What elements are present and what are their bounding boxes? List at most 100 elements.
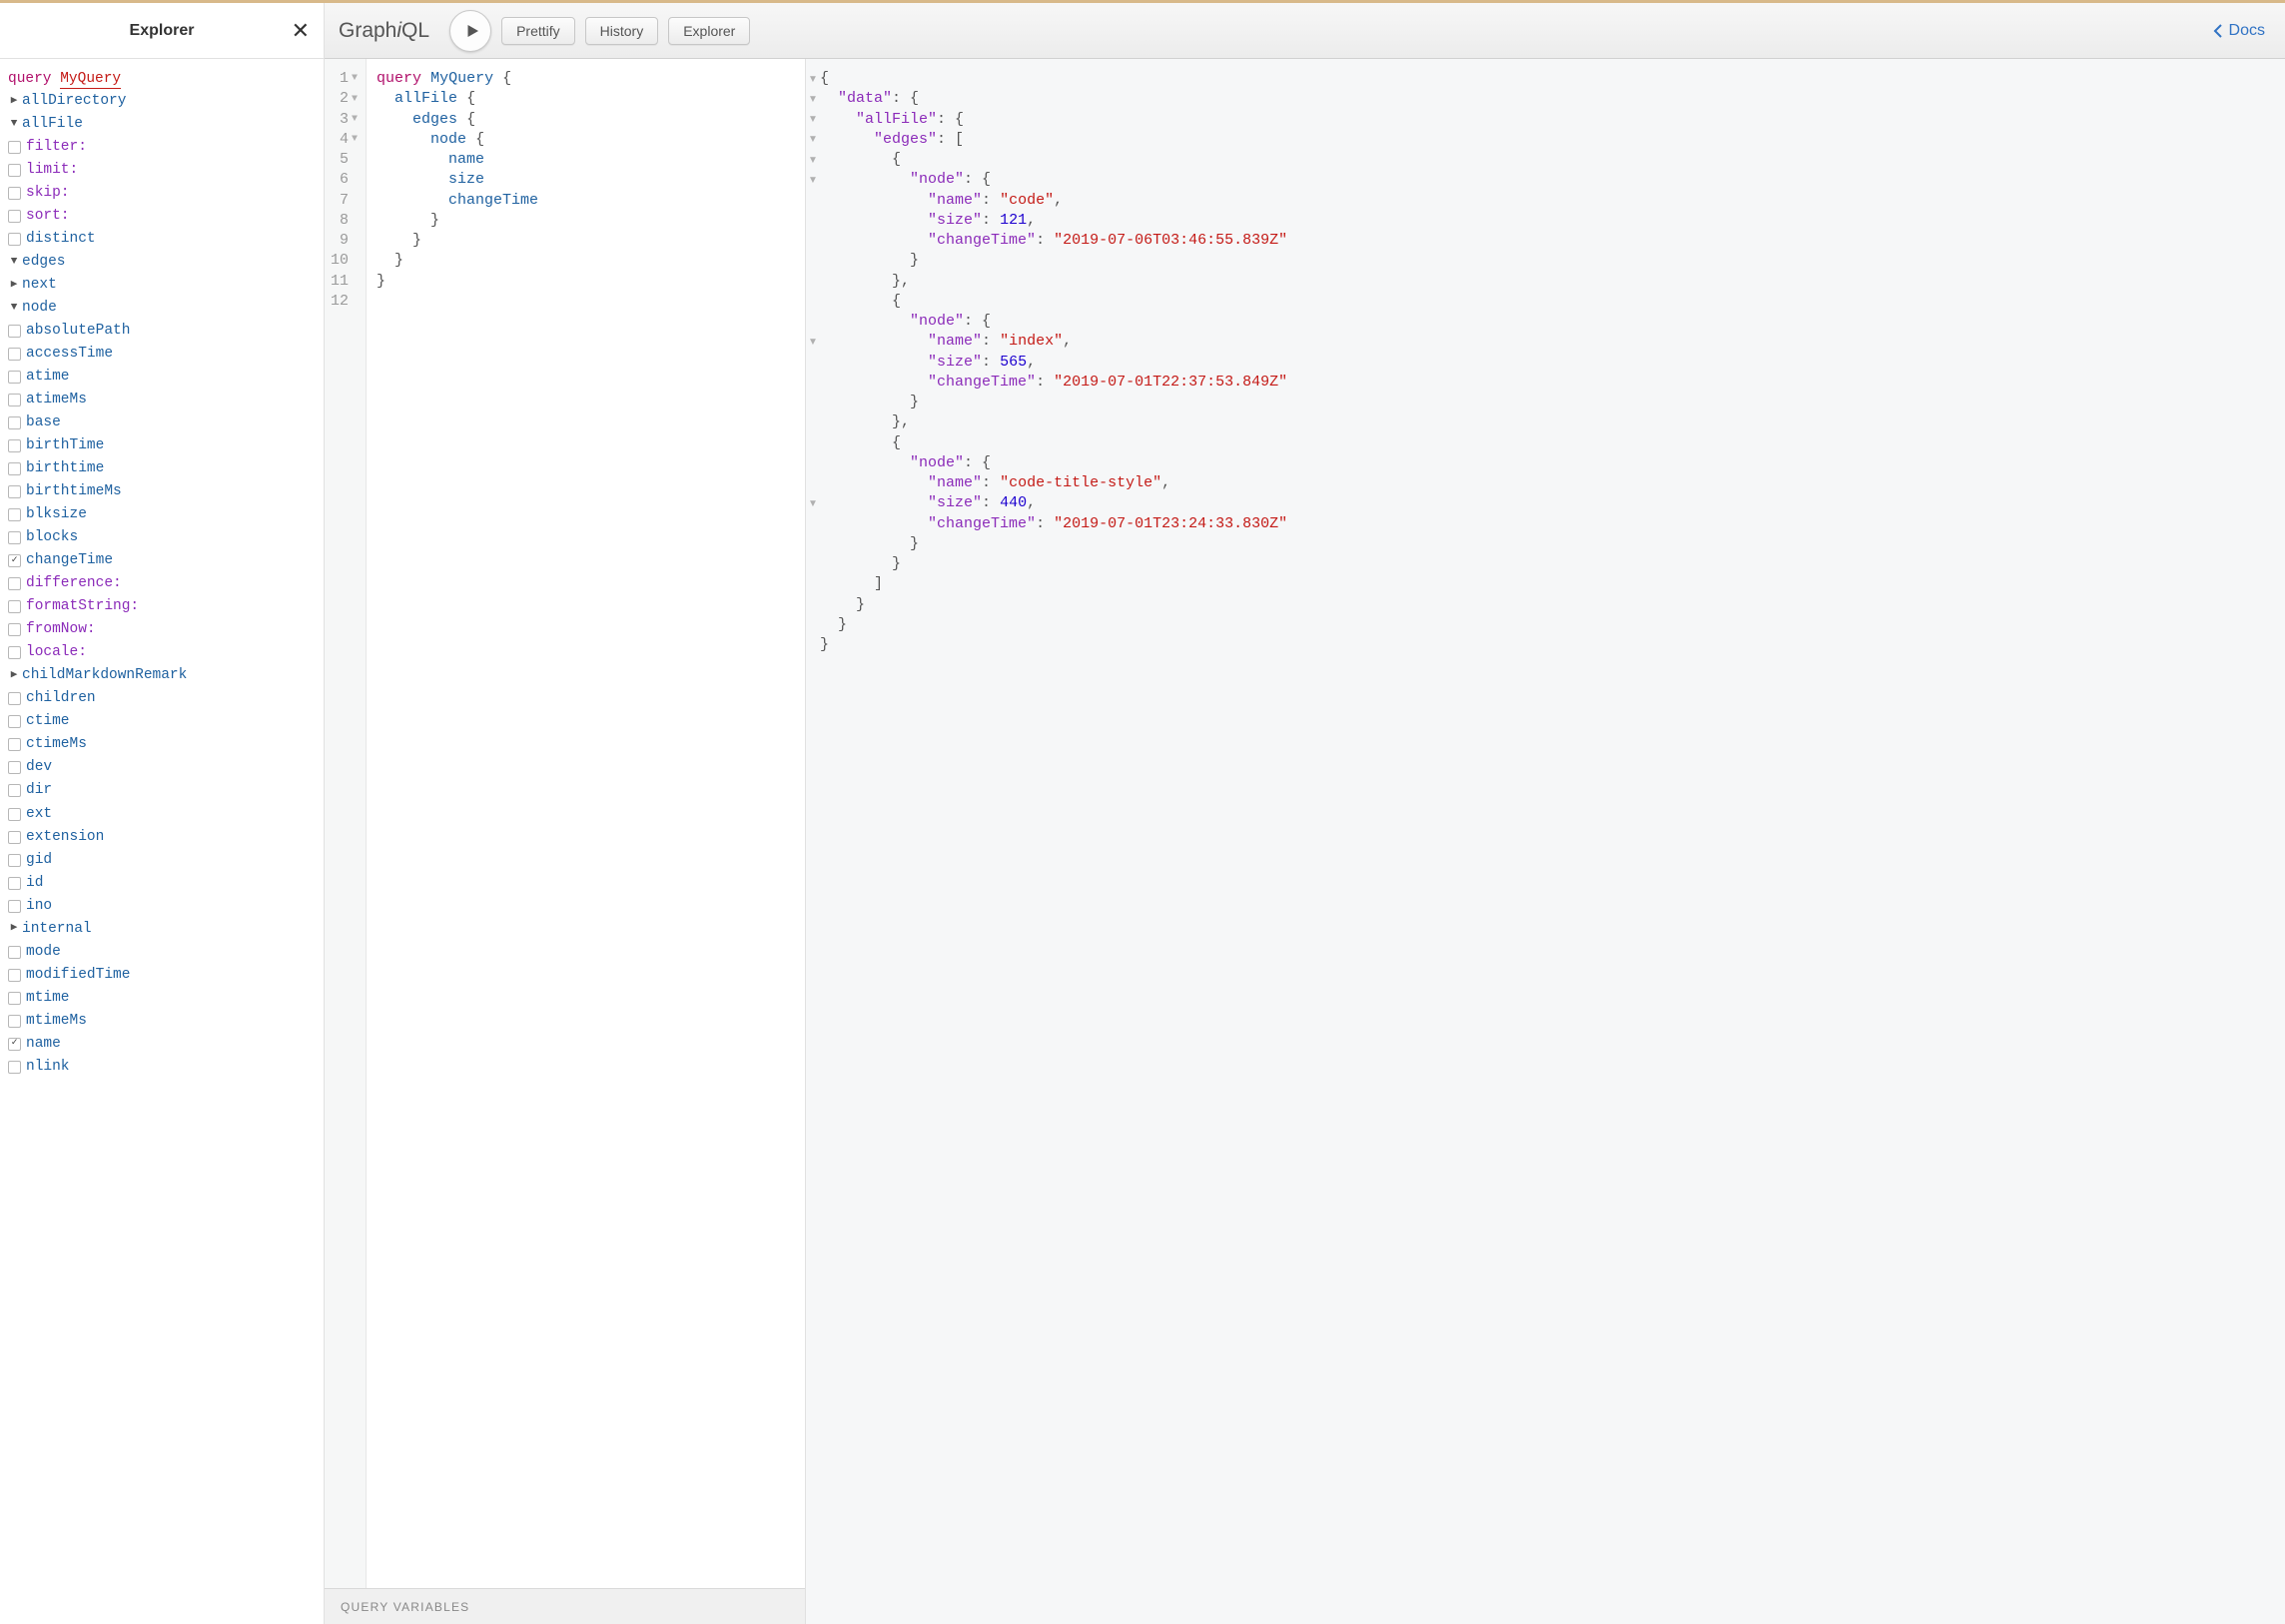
tree-row-distinct[interactable]: distinct <box>8 228 316 251</box>
tree-row-locale[interactable]: locale: <box>8 641 316 664</box>
checkbox[interactable] <box>8 371 21 384</box>
checkbox[interactable] <box>8 141 21 154</box>
tree-row-filter[interactable]: filter: <box>8 136 316 159</box>
tree-row-atimems[interactable]: atimeMs <box>8 389 316 411</box>
tree-row-ino[interactable]: ino <box>8 895 316 918</box>
checkbox[interactable] <box>8 831 21 844</box>
checkbox[interactable] <box>8 531 21 544</box>
tree-row-atime[interactable]: atime <box>8 366 316 389</box>
caret-right-icon[interactable]: ▶ <box>8 278 20 294</box>
checkbox[interactable] <box>8 900 21 913</box>
query-variables-bar[interactable]: Query Variables <box>325 1588 805 1624</box>
tree-row-modifiedtime[interactable]: modifiedTime <box>8 964 316 987</box>
query-heading[interactable]: query MyQuery <box>8 69 316 90</box>
checkbox[interactable] <box>8 508 21 521</box>
tree-row-dev[interactable]: dev <box>8 756 316 779</box>
tree-row-mtime[interactable]: mtime <box>8 987 316 1010</box>
checkbox[interactable] <box>8 623 21 636</box>
checkbox[interactable] <box>8 969 21 982</box>
tree-row-childmarkdownremark[interactable]: ▶childMarkdownRemark <box>8 664 316 687</box>
checkbox[interactable] <box>8 715 21 728</box>
checkbox[interactable] <box>8 325 21 338</box>
checkbox[interactable] <box>8 485 21 498</box>
field-tree[interactable]: ▶allDirectory▼allFilefilter:limit:skip:s… <box>8 90 316 1079</box>
docs-button[interactable]: Docs <box>2207 22 2271 40</box>
run-button[interactable] <box>449 10 491 52</box>
checkbox[interactable] <box>8 946 21 959</box>
checkbox[interactable] <box>8 554 21 567</box>
tree-row-id[interactable]: id <box>8 872 316 895</box>
checkbox[interactable] <box>8 164 21 177</box>
checkbox[interactable] <box>8 439 21 452</box>
tree-row-limit[interactable]: limit: <box>8 159 316 182</box>
checkbox[interactable] <box>8 348 21 361</box>
checkbox[interactable] <box>8 784 21 797</box>
caret-right-icon[interactable]: ▶ <box>8 921 20 937</box>
query-editor[interactable]: 1▼2▼3▼4▼5 6 7 8 9 10 11 12 query MyQuery… <box>325 59 806 1624</box>
caret-down-icon[interactable]: ▼ <box>8 117 20 133</box>
checkbox[interactable] <box>8 210 21 223</box>
tree-row-edges[interactable]: ▼edges <box>8 251 316 274</box>
tree-row-blocks[interactable]: blocks <box>8 526 316 549</box>
result-pane[interactable]: ▼▼▼▼▼▼▼▼ { "data": { "allFile": { "edges… <box>806 59 2285 1624</box>
checkbox[interactable] <box>8 577 21 590</box>
tree-row-birthtime[interactable]: birthtime <box>8 457 316 480</box>
tree-row-changetime[interactable]: changeTime <box>8 549 316 572</box>
tree-row-formatstring[interactable]: formatString: <box>8 595 316 618</box>
caret-right-icon[interactable]: ▶ <box>8 94 20 110</box>
explorer-body[interactable]: query MyQuery ▶allDirectory▼allFilefilte… <box>0 59 324 1624</box>
checkbox[interactable] <box>8 1015 21 1028</box>
checkbox[interactable] <box>8 600 21 613</box>
tree-row-node[interactable]: ▼node <box>8 297 316 320</box>
code-area[interactable]: query MyQuery { allFile { edges { node {… <box>367 59 548 1588</box>
checkbox[interactable] <box>8 1061 21 1074</box>
result-code[interactable]: { "data": { "allFile": { "edges": [ { "n… <box>806 59 2285 1624</box>
explorer-button[interactable]: Explorer <box>668 17 750 45</box>
checkbox[interactable] <box>8 1038 21 1051</box>
tree-row-fromnow[interactable]: fromNow: <box>8 618 316 641</box>
tree-row-alldirectory[interactable]: ▶allDirectory <box>8 90 316 113</box>
checkbox[interactable] <box>8 646 21 659</box>
caret-right-icon[interactable]: ▶ <box>8 668 20 684</box>
checkbox[interactable] <box>8 877 21 890</box>
tree-row-birthtimems[interactable]: birthtimeMs <box>8 480 316 503</box>
checkbox[interactable] <box>8 692 21 705</box>
tree-row-ctimems[interactable]: ctimeMs <box>8 733 316 756</box>
checkbox[interactable] <box>8 462 21 475</box>
tree-row-accesstime[interactable]: accessTime <box>8 343 316 366</box>
tree-row-next[interactable]: ▶next <box>8 274 316 297</box>
close-icon[interactable]: ✕ <box>292 18 310 44</box>
tree-row-absolutepath[interactable]: absolutePath <box>8 320 316 343</box>
tree-row-extension[interactable]: extension <box>8 826 316 849</box>
tree-row-children[interactable]: children <box>8 687 316 710</box>
tree-row-blksize[interactable]: blksize <box>8 503 316 526</box>
checkbox[interactable] <box>8 738 21 751</box>
tree-row-allfile[interactable]: ▼allFile <box>8 113 316 136</box>
checkbox[interactable] <box>8 187 21 200</box>
checkbox[interactable] <box>8 992 21 1005</box>
checkbox[interactable] <box>8 854 21 867</box>
checkbox[interactable] <box>8 416 21 429</box>
tree-row-mode[interactable]: mode <box>8 941 316 964</box>
checkbox[interactable] <box>8 808 21 821</box>
tree-row-ext[interactable]: ext <box>8 803 316 826</box>
checkbox[interactable] <box>8 233 21 246</box>
history-button[interactable]: History <box>585 17 659 45</box>
tree-row-nlink[interactable]: nlink <box>8 1056 316 1079</box>
prettify-button[interactable]: Prettify <box>501 17 575 45</box>
tree-row-sort[interactable]: sort: <box>8 205 316 228</box>
checkbox[interactable] <box>8 394 21 406</box>
tree-row-skip[interactable]: skip: <box>8 182 316 205</box>
tree-row-birthtime[interactable]: birthTime <box>8 434 316 457</box>
tree-row-base[interactable]: base <box>8 411 316 434</box>
tree-row-mtimems[interactable]: mtimeMs <box>8 1010 316 1033</box>
tree-row-ctime[interactable]: ctime <box>8 710 316 733</box>
tree-row-dir[interactable]: dir <box>8 779 316 802</box>
tree-row-gid[interactable]: gid <box>8 849 316 872</box>
checkbox[interactable] <box>8 761 21 774</box>
tree-row-name[interactable]: name <box>8 1033 316 1056</box>
tree-row-internal[interactable]: ▶internal <box>8 918 316 941</box>
caret-down-icon[interactable]: ▼ <box>8 255 20 271</box>
caret-down-icon[interactable]: ▼ <box>8 301 20 317</box>
tree-row-difference[interactable]: difference: <box>8 572 316 595</box>
